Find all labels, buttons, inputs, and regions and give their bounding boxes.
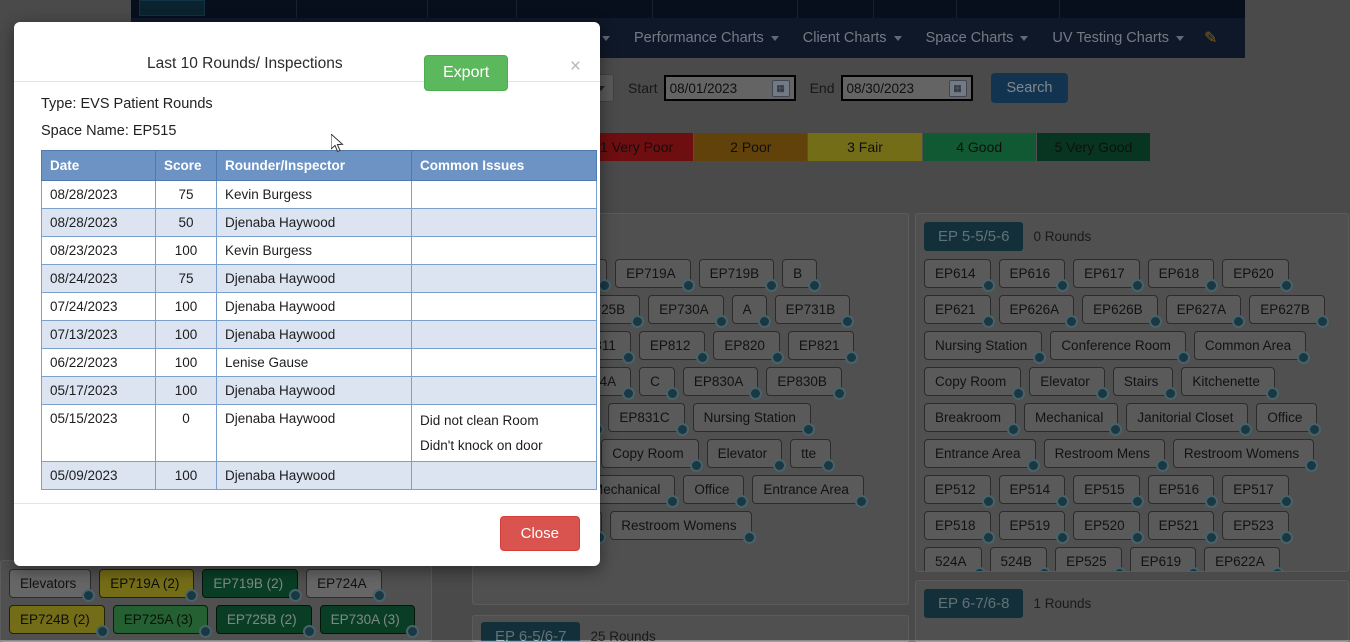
cell-rounder: Djenaba Haywood: [216, 292, 412, 321]
modal-title: Last 10 Rounds/ Inspections: [147, 55, 343, 72]
column-header-score: Score: [155, 150, 217, 181]
mouse-cursor: [331, 134, 344, 153]
cell-issues: Did not clean Room Didn't knock on door: [411, 404, 597, 462]
cell-issues: [411, 208, 597, 237]
close-button[interactable]: Close: [499, 516, 580, 551]
cell-rounder: Kevin Burgess: [216, 236, 412, 265]
cell-issues: [411, 180, 597, 209]
cell-date: 05/17/2023: [41, 376, 156, 405]
cell-score: 0: [155, 404, 217, 462]
modal-header: Last 10 Rounds/ Inspections Export ×: [14, 22, 600, 91]
table-row: 07/24/2023 100 Djenaba Haywood: [41, 292, 597, 321]
cell-score: 100: [155, 461, 217, 490]
round-type-label: Type: EVS Patient Rounds: [41, 96, 213, 112]
cell-date: 05/15/2023: [41, 404, 156, 462]
cell-date: 08/28/2023: [41, 180, 156, 209]
cell-rounder: Djenaba Haywood: [216, 404, 412, 462]
cell-score: 75: [155, 264, 217, 293]
cell-score: 100: [155, 376, 217, 405]
modal-body: Type: EVS Patient Rounds Space Name: EP5…: [14, 82, 600, 495]
cell-rounder: Djenaba Haywood: [216, 208, 412, 237]
issue-line: Didn't knock on door: [420, 438, 543, 453]
cell-issues: [411, 376, 597, 405]
table-row: 08/28/2023 75 Kevin Burgess: [41, 180, 597, 209]
cell-score: 100: [155, 320, 217, 349]
cell-rounder: Djenaba Haywood: [216, 376, 412, 405]
cell-score: 75: [155, 180, 217, 209]
cell-rounder: Djenaba Haywood: [216, 461, 412, 490]
cell-date: 06/22/2023: [41, 348, 156, 377]
column-header-rounder: Rounder/Inspector: [216, 150, 412, 181]
cell-date: 07/24/2023: [41, 292, 156, 321]
cell-date: 08/24/2023: [41, 264, 156, 293]
table-row: 07/13/2023 100 Djenaba Haywood: [41, 320, 597, 349]
table-row: 08/23/2023 100 Kevin Burgess: [41, 236, 597, 265]
cell-issues: [411, 292, 597, 321]
cell-score: 100: [155, 292, 217, 321]
rounds-table-body: 08/28/2023 75 Kevin Burgess 08/28/2023 50 Dj…: [41, 180, 597, 490]
cell-score: 100: [155, 348, 217, 377]
rounds-inspections-modal: Last 10 Rounds/ Inspections Export × Typ…: [14, 22, 600, 566]
cell-rounder: Lenise Gause: [216, 348, 412, 377]
cell-rounder: Djenaba Haywood: [216, 264, 412, 293]
close-icon[interactable]: ×: [564, 56, 587, 77]
table-row: 08/28/2023 50 Djenaba Haywood: [41, 208, 597, 237]
cell-issues: [411, 264, 597, 293]
cell-issues: [411, 461, 597, 490]
cell-date: 08/23/2023: [41, 236, 156, 265]
cell-rounder: Djenaba Haywood: [216, 320, 412, 349]
cell-issues: [411, 320, 597, 349]
table-row: 05/09/2023 100 Djenaba Haywood: [41, 461, 597, 490]
table-row: 06/22/2023 100 Lenise Gause: [41, 348, 597, 377]
column-header-issues: Common Issues: [411, 150, 597, 181]
cell-date: 08/28/2023: [41, 208, 156, 237]
cell-issues: [411, 236, 597, 265]
table-row: 05/17/2023 100 Djenaba Haywood: [41, 376, 597, 405]
table-row: 08/24/2023 75 Djenaba Haywood: [41, 264, 597, 293]
cell-issues: [411, 348, 597, 377]
cell-score: 100: [155, 236, 217, 265]
table-row: 05/15/2023 0 Djenaba Haywood Did not clean …: [41, 404, 597, 462]
issue-line: Did not clean Room: [420, 413, 539, 428]
modal-footer: Close: [14, 503, 600, 566]
export-button[interactable]: Export: [424, 55, 509, 91]
cell-rounder: Kevin Burgess: [216, 180, 412, 209]
table-header-row: Date Score Rounder/Inspector Common Issu…: [41, 150, 597, 181]
rounds-table: Date Score Rounder/Inspector Common Issu…: [41, 150, 597, 490]
cell-date: 05/09/2023: [41, 461, 156, 490]
space-name-label: Space Name: EP515: [41, 123, 177, 139]
cell-score: 50: [155, 208, 217, 237]
column-header-date: Date: [41, 150, 156, 181]
cell-date: 07/13/2023: [41, 320, 156, 349]
